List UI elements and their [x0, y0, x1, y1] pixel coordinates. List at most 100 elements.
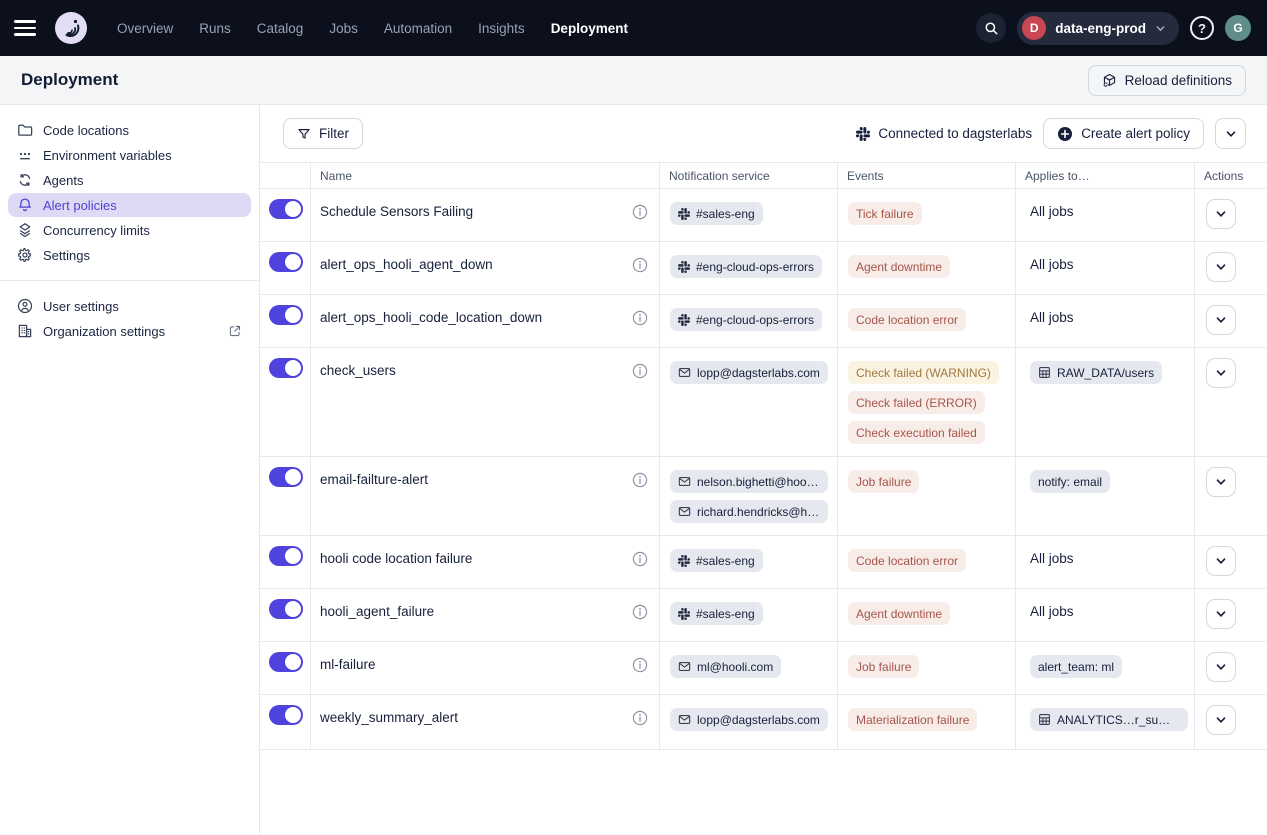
- notification-tag: #eng-cloud-ops-errors: [670, 308, 822, 331]
- folder-icon: [17, 122, 33, 138]
- sidebar-item-organization-settings[interactable]: Organization settings: [8, 319, 251, 343]
- row-actions-button[interactable]: [1206, 358, 1236, 388]
- chevron-down-icon: [1215, 555, 1227, 567]
- notification-services: #sales-eng: [659, 536, 837, 588]
- email-icon: [678, 660, 691, 673]
- topnav-item-jobs[interactable]: Jobs: [318, 15, 369, 42]
- notification-services: lopp@dagsterlabs.com: [659, 695, 837, 749]
- sidebar-item-label: Organization settings: [43, 324, 165, 339]
- event-badge: Check failed (WARNING): [848, 361, 999, 384]
- info-icon[interactable]: [632, 655, 648, 673]
- applies-to-text: All jobs: [1030, 202, 1074, 219]
- table-header: NameNotification serviceEventsApplies to…: [260, 163, 1267, 189]
- applies-to: notify: email: [1015, 457, 1194, 535]
- create-alert-policy-label: Create alert policy: [1081, 126, 1190, 141]
- sidebar-item-agents[interactable]: Agents: [8, 168, 251, 192]
- question-icon: ?: [1198, 21, 1206, 36]
- policy-enabled-toggle[interactable]: [269, 652, 303, 672]
- row-actions-button[interactable]: [1206, 599, 1236, 629]
- applies-to-text: All jobs: [1030, 308, 1074, 325]
- column-header-applies-to: Applies to…: [1015, 163, 1194, 188]
- table-row: alert_ops_hooli_agent_down #eng-cloud-op…: [260, 242, 1267, 295]
- table-row: hooli code location failure #sales-eng C…: [260, 536, 1267, 589]
- policy-enabled-toggle[interactable]: [269, 305, 303, 325]
- column-header-toggle: [260, 163, 310, 188]
- create-alert-policy-button[interactable]: Create alert policy: [1043, 118, 1204, 149]
- row-actions-button[interactable]: [1206, 252, 1236, 282]
- gear-icon: [17, 247, 33, 263]
- sidebar-item-environment-variables[interactable]: Environment variables: [8, 143, 251, 167]
- row-actions-button[interactable]: [1206, 305, 1236, 335]
- help-button[interactable]: ?: [1190, 16, 1214, 40]
- row-actions-button[interactable]: [1206, 546, 1236, 576]
- deployment-switcher[interactable]: D data-eng-prod: [1017, 12, 1179, 45]
- deployment-name: data-eng-prod: [1055, 21, 1146, 36]
- policy-enabled-toggle[interactable]: [269, 252, 303, 272]
- info-icon[interactable]: [632, 202, 648, 220]
- top-navigation: OverviewRunsCatalogJobsAutomationInsight…: [0, 0, 1267, 56]
- policy-enabled-toggle[interactable]: [269, 358, 303, 378]
- applies-to: All jobs: [1015, 295, 1194, 347]
- slack-icon: [678, 555, 690, 567]
- user-icon: [17, 298, 33, 314]
- topnav-items: OverviewRunsCatalogJobsAutomationInsight…: [106, 15, 639, 42]
- row-actions-button[interactable]: [1206, 652, 1236, 682]
- events: Agent downtime: [837, 242, 1015, 294]
- info-icon[interactable]: [632, 470, 648, 488]
- sidebar-item-label: Agents: [43, 173, 83, 188]
- connected-label: Connected to dagsterlabs: [878, 126, 1032, 141]
- topnav-item-deployment[interactable]: Deployment: [540, 15, 639, 42]
- filter-icon: [297, 127, 311, 141]
- topnav-item-overview[interactable]: Overview: [106, 15, 184, 42]
- info-icon[interactable]: [632, 361, 648, 379]
- events: Job failure: [837, 457, 1015, 535]
- policy-enabled-toggle[interactable]: [269, 705, 303, 725]
- info-icon[interactable]: [632, 708, 648, 726]
- policy-enabled-toggle[interactable]: [269, 467, 303, 487]
- user-avatar[interactable]: G: [1225, 15, 1251, 41]
- page-header: Deployment Reload definitions: [0, 56, 1267, 105]
- row-actions-button[interactable]: [1206, 199, 1236, 229]
- row-actions-button[interactable]: [1206, 467, 1236, 497]
- topnav-item-catalog[interactable]: Catalog: [246, 15, 315, 42]
- more-options-button[interactable]: [1215, 118, 1246, 149]
- policy-enabled-toggle[interactable]: [269, 199, 303, 219]
- sidebar-item-settings[interactable]: Settings: [8, 243, 251, 267]
- external-link-icon: [228, 324, 242, 338]
- asset-table-icon: [1038, 366, 1051, 379]
- notification-tag: #sales-eng: [670, 602, 763, 625]
- sidebar-item-concurrency-limits[interactable]: Concurrency limits: [8, 218, 251, 242]
- topnav-item-automation[interactable]: Automation: [373, 15, 463, 42]
- search-button[interactable]: [976, 13, 1006, 43]
- dagster-logo-icon[interactable]: [54, 11, 88, 45]
- alert-policies-table: NameNotification serviceEventsApplies to…: [260, 162, 1267, 750]
- policy-enabled-toggle[interactable]: [269, 599, 303, 619]
- sidebar-item-user-settings[interactable]: User settings: [8, 294, 251, 318]
- events: Code location error: [837, 536, 1015, 588]
- policy-enabled-toggle[interactable]: [269, 546, 303, 566]
- sidebar-item-code-locations[interactable]: Code locations: [8, 118, 251, 142]
- topnav-item-runs[interactable]: Runs: [188, 15, 242, 42]
- info-icon[interactable]: [632, 308, 648, 326]
- applies-to: All jobs: [1015, 589, 1194, 641]
- row-actions-button[interactable]: [1206, 705, 1236, 735]
- info-icon[interactable]: [632, 255, 648, 273]
- menu-icon[interactable]: [14, 13, 44, 43]
- notification-tag: #sales-eng: [670, 202, 763, 225]
- filter-button[interactable]: Filter: [283, 118, 363, 149]
- reload-definitions-button[interactable]: Reload definitions: [1088, 65, 1246, 96]
- info-icon[interactable]: [632, 549, 648, 567]
- notification-tag: lopp@dagsterlabs.com: [670, 361, 828, 384]
- table-row: ml-failure ml@hooli.com Job failure aler…: [260, 642, 1267, 695]
- notification-label: #sales-eng: [696, 607, 755, 621]
- topnav-item-insights[interactable]: Insights: [467, 15, 536, 42]
- info-icon[interactable]: [632, 602, 648, 620]
- search-icon: [984, 21, 999, 36]
- applies-to-tag: notify: email: [1030, 470, 1110, 493]
- policy-name: hooli_agent_failure: [320, 602, 434, 619]
- applies-to-text: All jobs: [1030, 602, 1074, 619]
- sidebar-item-alert-policies[interactable]: Alert policies: [8, 193, 251, 217]
- slack-icon: [678, 608, 690, 620]
- policy-name: weekly_summary_alert: [320, 708, 458, 725]
- slack-icon: [856, 127, 870, 141]
